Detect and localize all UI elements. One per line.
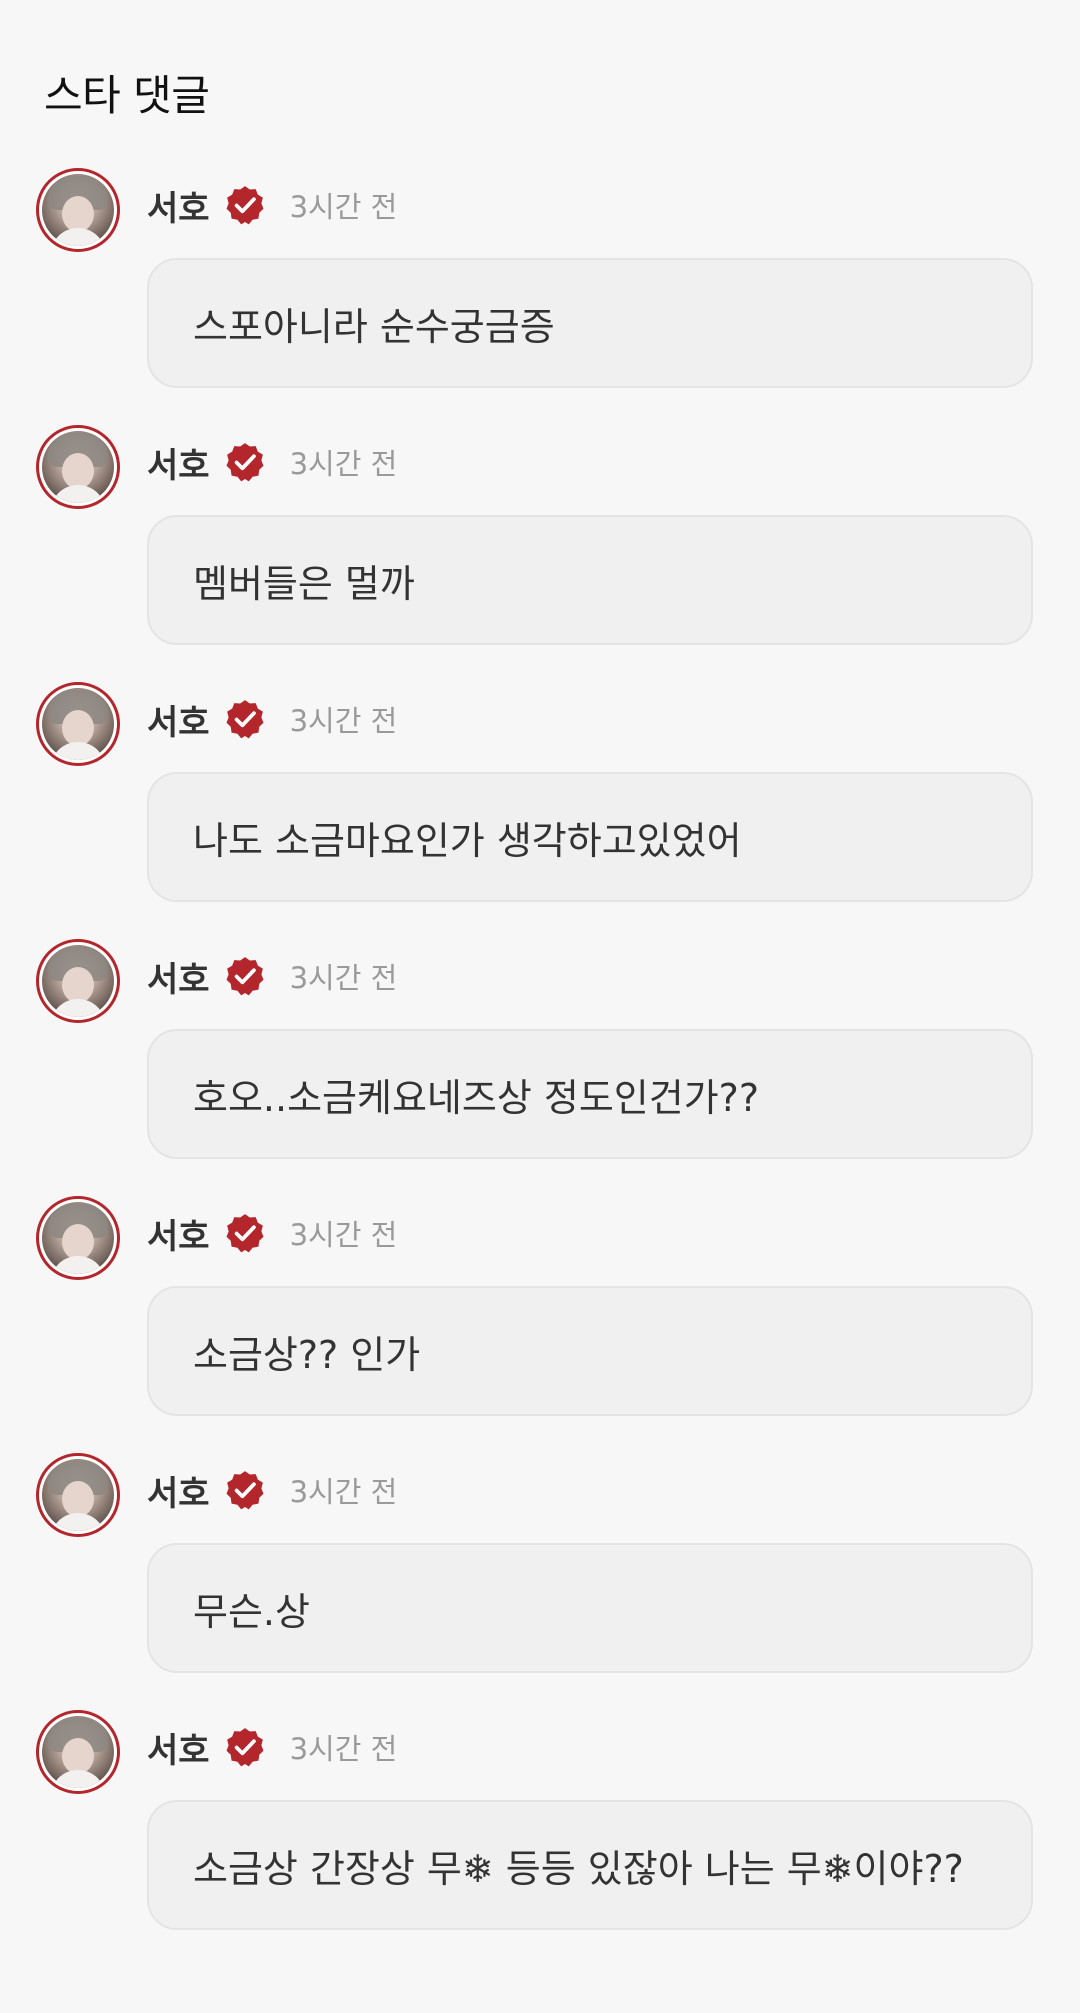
verified-badge-icon [226, 1728, 264, 1767]
avatar[interactable] [36, 682, 120, 766]
avatar[interactable] [36, 1710, 120, 1794]
avatar[interactable] [36, 168, 120, 252]
comment-time: 3시간 전 [289, 1218, 398, 1252]
avatar-photo [42, 1716, 114, 1788]
verified-badge-icon [226, 957, 264, 996]
author-name[interactable]: 서호 [147, 438, 210, 487]
comment-bubble[interactable]: 소금상 간장상 무❄ 등등 있잖아 나는 무❄이야?? [147, 1800, 1033, 1930]
comment-time: 3시간 전 [289, 704, 398, 738]
avatar-photo [42, 431, 114, 503]
comment-bubble[interactable]: 나도 소금마요인가 생각하고있었어 [147, 772, 1033, 902]
comment-meta: 서호 3시간 전 [147, 1208, 397, 1258]
comment-item: 서호 3시간 전 스포아니라 순수궁금증 [0, 168, 1080, 425]
author-name[interactable]: 서호 [147, 695, 210, 744]
comment-item: 서호 3시간 전 소금상 간장상 무❄ 등등 있잖아 나는 무❄이야?? [0, 1710, 1080, 1967]
comment-item: 서호 3시간 전 나도 소금마요인가 생각하고있었어 [0, 682, 1080, 939]
avatar-photo [42, 174, 114, 246]
avatar-photo [42, 945, 114, 1017]
avatar-photo [42, 1202, 114, 1274]
section-title: 스타 댓글 [44, 71, 210, 120]
comment-item: 서호 3시간 전 호오..소금케요네즈상 정도인건가?? [0, 939, 1080, 1196]
comment-item: 서호 3시간 전 소금상?? 인가 [0, 1196, 1080, 1453]
verified-badge-icon [226, 443, 264, 482]
author-name[interactable]: 서호 [147, 952, 210, 1001]
comment-time: 3시간 전 [289, 447, 398, 481]
comment-meta: 서호 3시간 전 [147, 1465, 397, 1515]
author-name[interactable]: 서호 [147, 181, 210, 230]
comment-bubble[interactable]: 멤버들은 멀까 [147, 515, 1033, 645]
comment-bubble[interactable]: 호오..소금케요네즈상 정도인건가?? [147, 1029, 1033, 1159]
avatar-photo [42, 1459, 114, 1531]
avatar-photo [42, 688, 114, 760]
comment-time: 3시간 전 [289, 961, 398, 995]
verified-badge-icon [226, 1214, 264, 1253]
author-name[interactable]: 서호 [147, 1723, 210, 1772]
comment-bubble[interactable]: 무슨.상 [147, 1543, 1033, 1673]
author-name[interactable]: 서호 [147, 1466, 210, 1515]
comment-list: 서호 3시간 전 스포아니라 순수궁금증 서호 3시간 전 멤버들은 멀까 서호 [0, 168, 1080, 1967]
verified-badge-icon [226, 1471, 264, 1510]
avatar[interactable] [36, 1453, 120, 1537]
comment-meta: 서호 3시간 전 [147, 437, 397, 487]
comment-bubble[interactable]: 소금상?? 인가 [147, 1286, 1033, 1416]
comment-meta: 서호 3시간 전 [147, 180, 397, 230]
comment-meta: 서호 3시간 전 [147, 951, 397, 1001]
comment-item: 서호 3시간 전 무슨.상 [0, 1453, 1080, 1710]
comment-time: 3시간 전 [289, 1732, 398, 1766]
avatar[interactable] [36, 939, 120, 1023]
verified-badge-icon [226, 700, 264, 739]
star-comments-page: 스타 댓글 서호 3시간 전 스포아니라 순수궁금증 서호 3시간 전 멤버들은… [0, 0, 1080, 2013]
comment-item: 서호 3시간 전 멤버들은 멀까 [0, 425, 1080, 682]
comment-bubble[interactable]: 스포아니라 순수궁금증 [147, 258, 1033, 388]
comment-meta: 서호 3시간 전 [147, 694, 397, 744]
verified-badge-icon [226, 186, 264, 225]
comment-time: 3시간 전 [289, 1475, 398, 1509]
avatar[interactable] [36, 1196, 120, 1280]
author-name[interactable]: 서호 [147, 1209, 210, 1258]
comment-meta: 서호 3시간 전 [147, 1722, 397, 1772]
avatar[interactable] [36, 425, 120, 509]
comment-time: 3시간 전 [289, 190, 398, 224]
